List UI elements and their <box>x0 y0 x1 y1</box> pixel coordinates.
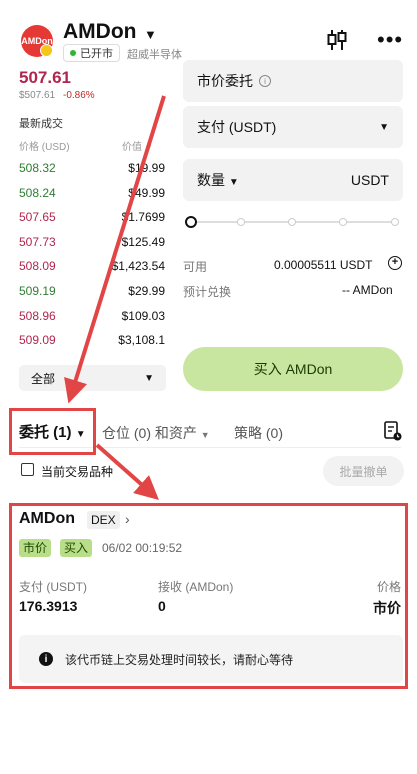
trade-row-price: 507.65 <box>19 210 56 224</box>
trade-row-price: 509.09 <box>19 333 56 347</box>
col-header-value-label: 价值 <box>122 142 142 153</box>
info-outline-icon[interactable]: i <box>259 75 271 87</box>
quantity-input[interactable]: 数量 ▼ USDT <box>183 159 403 201</box>
trade-row-value: $49.99 <box>128 186 165 200</box>
caret-down-icon: ▼ <box>379 121 389 133</box>
trade-row-price: 507.73 <box>19 235 56 249</box>
quantity-label-text: 数量 <box>197 172 225 188</box>
tab-positions[interactable]: 仓位 (0) 和资产 ▼ <box>102 423 210 443</box>
order-type-label: 市价委托 <box>197 73 253 89</box>
market-status-text: 已开市 <box>80 48 113 60</box>
annotation-box-orders-tab <box>9 408 96 455</box>
candlestick-chart-icon[interactable] <box>325 28 349 52</box>
current-pair-label[interactable]: 当前交易品种 <box>41 463 113 480</box>
tab-positions-label: 仓位 (0) 和资产 <box>102 425 197 441</box>
col-header-value[interactable]: 价值 ▼ <box>122 138 153 153</box>
trade-row-value: $125.49 <box>121 235 165 249</box>
caret-down-icon: ▼ <box>228 177 239 188</box>
recent-trades-title: 最新成交 <box>19 118 63 130</box>
pay-currency-select[interactable]: 支付 (USDT) ▼ <box>183 106 403 148</box>
quantity-unit: USDT <box>350 172 389 188</box>
estimated-label: 预计兑换 <box>183 285 232 299</box>
trade-row-price: 508.24 <box>19 186 56 200</box>
order-type-select[interactable]: 市价委托 i <box>183 60 403 102</box>
estimated-value: -- AMDon <box>342 283 393 297</box>
verified-badge-icon <box>40 44 53 57</box>
chevron-down-icon: ▼ <box>144 143 153 152</box>
trade-filter-select[interactable]: 全部 ▼ <box>19 365 166 391</box>
chevron-down-icon[interactable]: ▼ <box>144 27 157 42</box>
trade-row-value: $19.99 <box>128 161 165 175</box>
token-title[interactable]: AMDon <box>63 20 136 44</box>
quantity-label[interactable]: 数量 ▼ <box>197 170 239 190</box>
last-price-usd: $507.61 <box>19 90 56 101</box>
trade-row-price: 508.32 <box>19 161 56 175</box>
chevron-down-icon: ▼ <box>144 372 154 384</box>
trade-filter-label: 全部 <box>31 371 56 386</box>
slider-step-100[interactable] <box>391 218 399 226</box>
price-change: -0.86% <box>63 90 95 101</box>
available-label: 可用 <box>183 260 208 274</box>
last-price: 507.61 <box>19 68 71 87</box>
more-options-icon[interactable]: ••• <box>377 29 403 51</box>
trade-row-value: $1,423.54 <box>111 259 165 273</box>
trade-row-price: 509.19 <box>19 284 56 298</box>
trade-row-value: $29.99 <box>128 284 165 298</box>
trade-row-price: 508.96 <box>19 309 56 323</box>
status-dot-icon <box>70 50 76 56</box>
col-header-price: 价格 (USD) <box>19 142 70 153</box>
current-pair-checkbox[interactable] <box>21 463 34 476</box>
deposit-plus-icon[interactable]: + <box>388 256 402 270</box>
trade-row-price: 508.09 <box>19 259 56 273</box>
annotation-box-order-card <box>9 503 408 689</box>
slider-step-50[interactable] <box>288 218 296 226</box>
trade-row-value: $109.03 <box>121 309 165 323</box>
pay-currency-label: 支付 (USDT) <box>197 119 277 135</box>
amount-slider-handle[interactable] <box>185 216 197 228</box>
trade-row-value: $1.7699 <box>121 210 165 224</box>
slider-step-75[interactable] <box>339 218 347 226</box>
market-status-badge: 已开市 <box>63 44 120 62</box>
caret-down-icon: ▼ <box>200 430 210 440</box>
order-history-icon[interactable] <box>384 421 402 441</box>
available-value: 0.00005511 USDT <box>274 258 373 272</box>
buy-button[interactable]: 买入 AMDon <box>183 347 403 391</box>
tab-strategy[interactable]: 策略 (0) <box>234 423 283 443</box>
batch-cancel-button[interactable]: 批量撤单 <box>323 456 404 486</box>
trade-row-value: $3,108.1 <box>118 333 165 347</box>
slider-step-25[interactable] <box>237 218 245 226</box>
token-sector: 超威半导体 <box>127 49 182 61</box>
